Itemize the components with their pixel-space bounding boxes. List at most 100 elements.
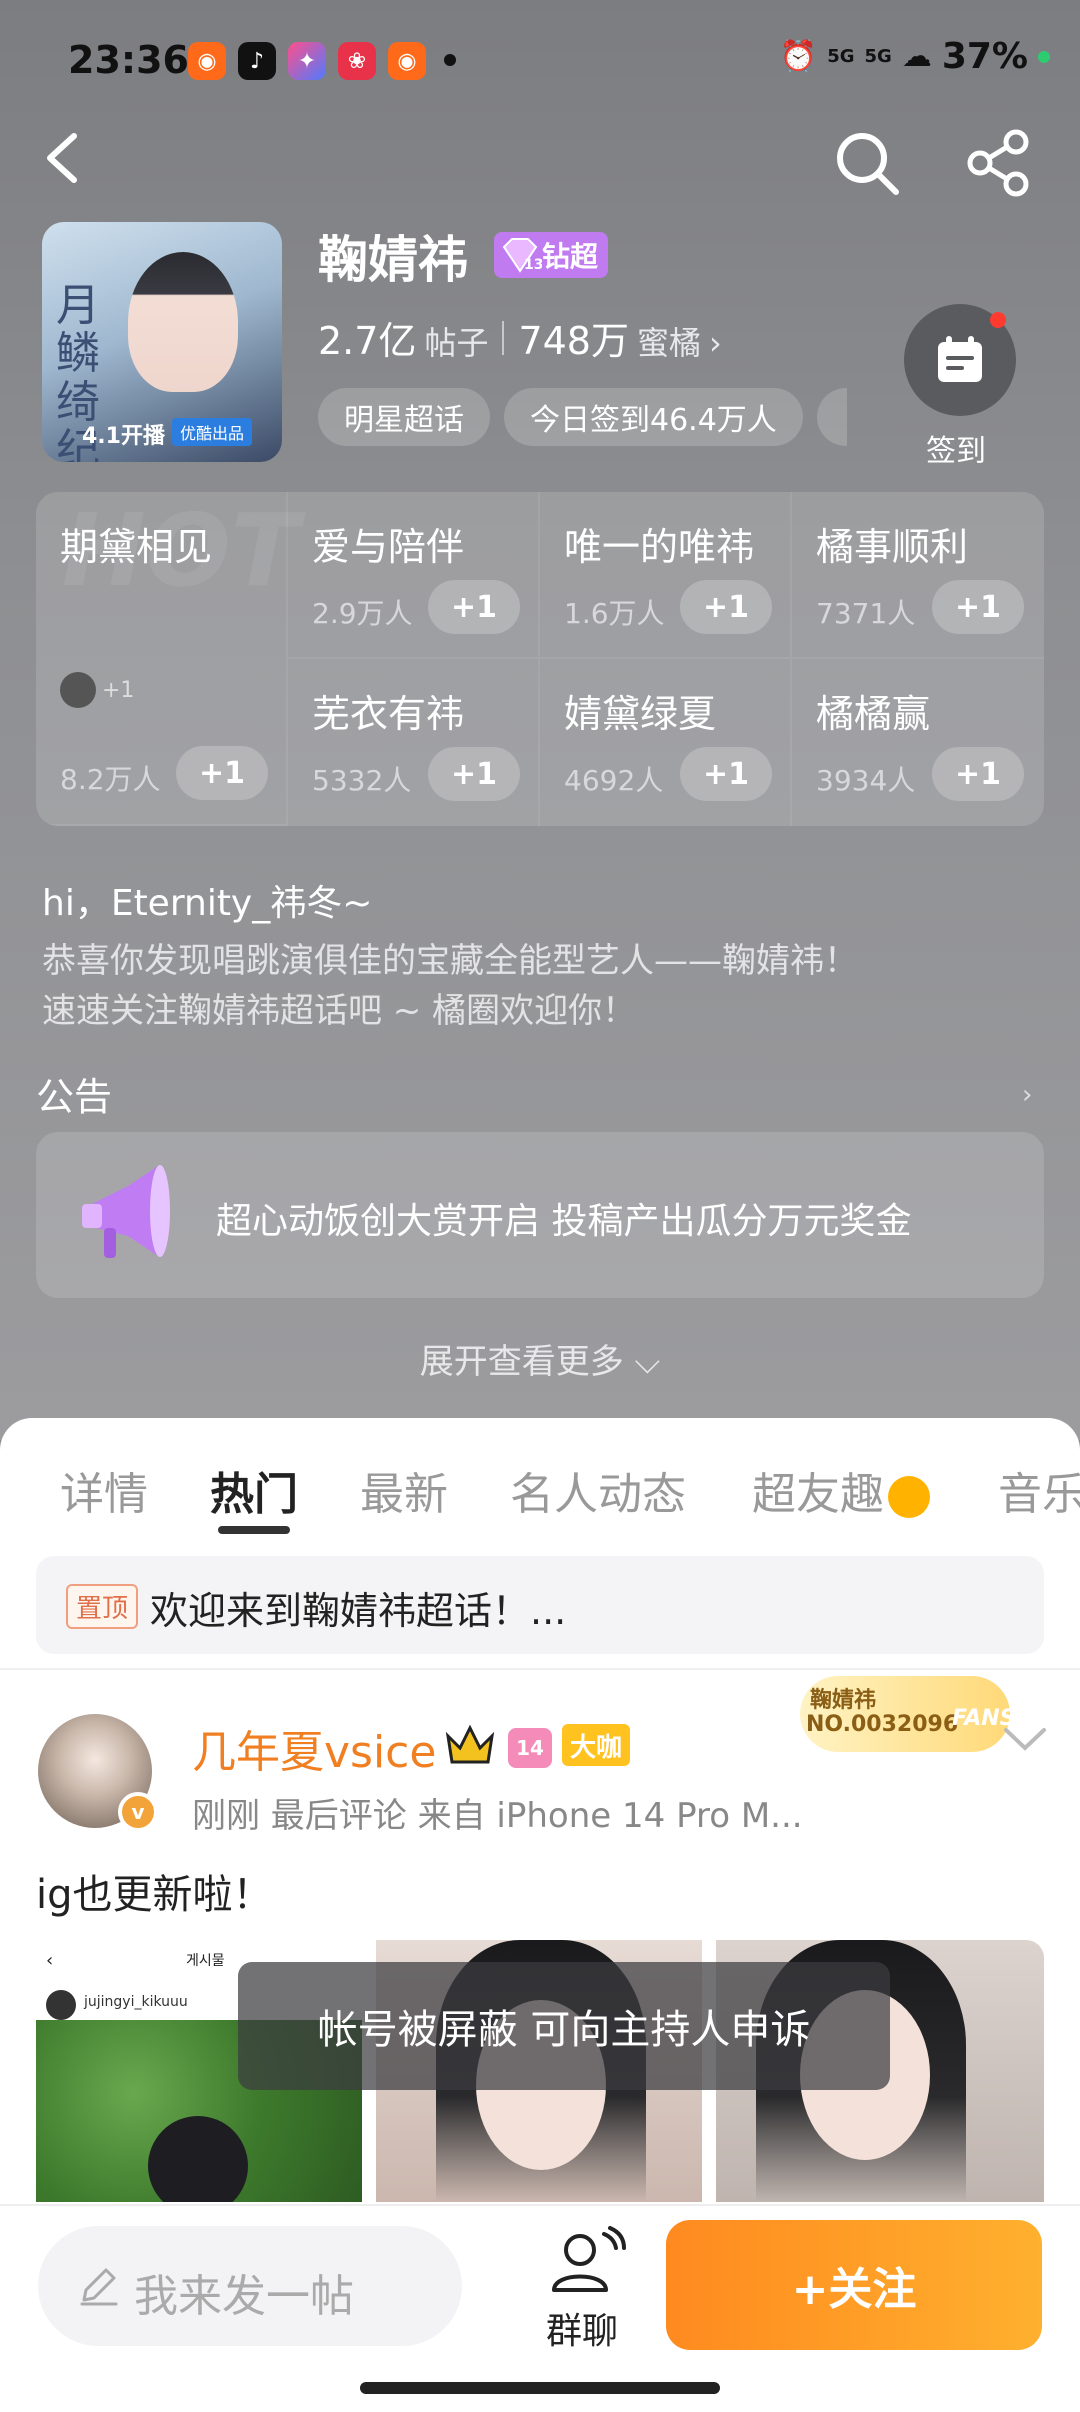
status-bar: 23:36 ◉ ♪ ✦ ❀ ◉ ⏰ 5G 5G ☁ 37%	[0, 0, 1080, 120]
tab-bar: 详情 热门 最新 名人动态 超友趣 音乐	[0, 1458, 1080, 1538]
cover-badge: 优酷出品	[172, 418, 253, 446]
app-icon-orange-2: ◉	[388, 42, 426, 80]
tab-super-friends[interactable]: 超友趣	[752, 1458, 930, 1522]
divider	[0, 1668, 1080, 1670]
notification-app-icons: ◉ ♪ ✦ ❀ ◉	[188, 42, 426, 80]
hot-topics-grid: HOT 期黛相见 +1 8.2万人 +1 爱与陪伴 2.9万人 +1 唯一的唯祎…	[36, 492, 1044, 826]
supertopic-cover-image[interactable]: 月鳞绮纪 4.1开播 优酷出品	[42, 222, 282, 462]
photo-username: jujingyi_kikuuu	[84, 1994, 188, 2010]
hot-topic-card[interactable]: 芜衣有祎 5332人 +1	[288, 659, 540, 826]
signal-5g-icon-2: 5G	[864, 46, 892, 67]
plus-one-button[interactable]: +1	[176, 746, 268, 800]
plus-one-button[interactable]: +1	[428, 580, 520, 634]
cover-date: 4.1开播	[82, 424, 165, 449]
hot-topic-title: 芜衣有祎	[312, 692, 465, 736]
hot-topic-card[interactable]: 橘橘赢 3934人 +1	[792, 659, 1044, 826]
verified-v-icon: v	[118, 1792, 158, 1832]
create-post-input[interactable]: 我来发一帖	[38, 2226, 462, 2346]
hot-topic-count: 2.9万人	[312, 597, 413, 630]
tab-super-friends-label: 超友趣	[752, 1469, 884, 1520]
hot-topic-card[interactable]: 婧黛绿夏 4692人 +1	[540, 659, 792, 826]
level-badge: 14	[508, 1728, 552, 1768]
app-icon-red: ❀	[338, 42, 376, 80]
photo-avatar	[46, 1990, 76, 2020]
plus-one-button[interactable]: +1	[680, 580, 772, 634]
supertopic-stats[interactable]: 2.7亿 帖子 748万 蜜橘 ›	[318, 310, 722, 365]
hot-topic-count: 5332人	[312, 764, 412, 797]
hot-topic-title: 期黛相见	[60, 525, 213, 569]
plus-one-button[interactable]: +1	[932, 580, 1024, 634]
checkin-label[interactable]: 签到	[926, 426, 986, 470]
app-icon-star: ✦	[288, 42, 326, 80]
tab-latest[interactable]: 最新	[360, 1458, 448, 1522]
plus-one-button[interactable]: +1	[680, 747, 772, 801]
tag-checkin-count[interactable]: 今日签到46.4万人	[504, 388, 803, 446]
notice-card[interactable]: 超心动饭创大赏开启 投稿产出瓜分万元奖金	[36, 1132, 1044, 1298]
chevron-right-icon[interactable]: ›	[1022, 1080, 1032, 1110]
fans-unit: 蜜橘	[636, 324, 701, 362]
hot-topic-card[interactable]: 橘事顺利 7371人 +1	[792, 492, 1044, 659]
tab-music[interactable]: 音乐	[998, 1458, 1080, 1522]
participant-avatar	[60, 672, 96, 708]
intro-line-1: 恭喜你发现唱跳演俱佳的宝藏全能型艺人——鞠婧祎！	[42, 941, 858, 981]
svg-text:13: 13	[524, 257, 542, 273]
hot-topic-card-featured[interactable]: 期黛相见 +1 8.2万人 +1	[36, 492, 288, 826]
hot-topic-title: 爱与陪伴	[312, 525, 465, 569]
star-emoji-icon	[888, 1476, 930, 1518]
chevron-right-icon: ›	[709, 324, 722, 362]
post-username[interactable]: 几年夏vsice	[192, 1716, 436, 1780]
status-time: 23:36	[68, 38, 189, 82]
pinned-post[interactable]: 置顶 欢迎来到鞠婧祎超话！...	[36, 1556, 1044, 1654]
hot-topic-title: 唯一的唯祎	[564, 525, 755, 569]
chevron-down-icon: ⌵	[634, 1342, 661, 1382]
hot-topic-count: 7371人	[816, 597, 916, 630]
hot-topic-count: 4692人	[564, 764, 664, 797]
hot-topic-card[interactable]: 爱与陪伴 2.9万人 +1	[288, 492, 540, 659]
plus-one-button[interactable]: +1	[428, 747, 520, 801]
notice-heading: 公告	[36, 1075, 113, 1119]
tag-star-supertopic[interactable]: 明星超话	[318, 388, 490, 446]
vip-label: 钻超	[542, 240, 599, 273]
group-chat-icon[interactable]	[544, 2224, 626, 2300]
post-text: ig也更新啦！	[36, 1872, 273, 1918]
greeting-text: hi，Eternity_祎冬~	[42, 883, 373, 924]
diamond-vip-badge[interactable]: 13 钻超	[494, 232, 609, 278]
back-arrow-icon[interactable]	[36, 128, 96, 188]
tab-celebrity-updates[interactable]: 名人动态	[510, 1458, 686, 1522]
expand-more-button[interactable]: 展开查看更多 ⌵	[0, 1334, 1080, 1383]
share-icon[interactable]	[964, 128, 1034, 198]
hot-topic-card[interactable]: 唯一的唯祎 1.6万人 +1	[540, 492, 792, 659]
tag-overflow[interactable]	[816, 388, 847, 446]
tab-details[interactable]: 详情	[60, 1458, 148, 1522]
search-icon[interactable]	[832, 128, 902, 198]
fans-badge-name: 鞠婧祎	[810, 1688, 877, 1713]
more-notifications-dot	[444, 54, 456, 66]
group-chat-label[interactable]: 群聊	[546, 2302, 618, 2354]
tab-hot[interactable]: 热门	[210, 1458, 298, 1522]
hot-topic-title: 橘橘赢	[816, 692, 931, 736]
expand-more-label: 展开查看更多	[419, 1342, 624, 1382]
checkin-red-dot	[990, 312, 1006, 328]
active-tab-indicator	[218, 1526, 290, 1534]
posts-unit: 帖子	[424, 324, 489, 362]
plus-one-button[interactable]: +1	[932, 747, 1024, 801]
megaphone-icon	[82, 1165, 170, 1258]
tag-row: 明星超话 今日签到46.4万人	[318, 388, 847, 446]
hot-topic-title: 橘事顺利	[816, 525, 969, 569]
calendar-icon	[938, 336, 982, 382]
chevron-down-icon[interactable]	[1000, 1720, 1050, 1760]
bottom-action-bar: 我来发一帖 群聊 +关注	[0, 2204, 1080, 2412]
fans-badge-number: NO.0032096	[806, 1712, 959, 1737]
tiktok-icon: ♪	[238, 42, 276, 80]
intro-text: 恭喜你发现唱跳演俱佳的宝藏全能型艺人——鞠婧祎！ 速速关注鞠婧祎超话吧 ~ 橘圈…	[42, 936, 1042, 1036]
follow-button[interactable]: +关注	[666, 2220, 1042, 2350]
app-icon-orange: ◉	[188, 42, 226, 80]
signal-5g-icon: 5G	[827, 46, 855, 67]
hot-topic-count: 3934人	[816, 764, 916, 797]
home-indicator[interactable]	[360, 2382, 720, 2394]
create-post-placeholder: 我来发一帖	[134, 2271, 354, 2322]
role-badge: 大咖	[562, 1724, 631, 1766]
notice-text: 超心动饭创大赏开启 投稿产出瓜分万元奖金	[216, 1201, 912, 1242]
back-arrow-icon: ‹	[46, 1950, 54, 1971]
cover-portrait	[128, 252, 238, 392]
